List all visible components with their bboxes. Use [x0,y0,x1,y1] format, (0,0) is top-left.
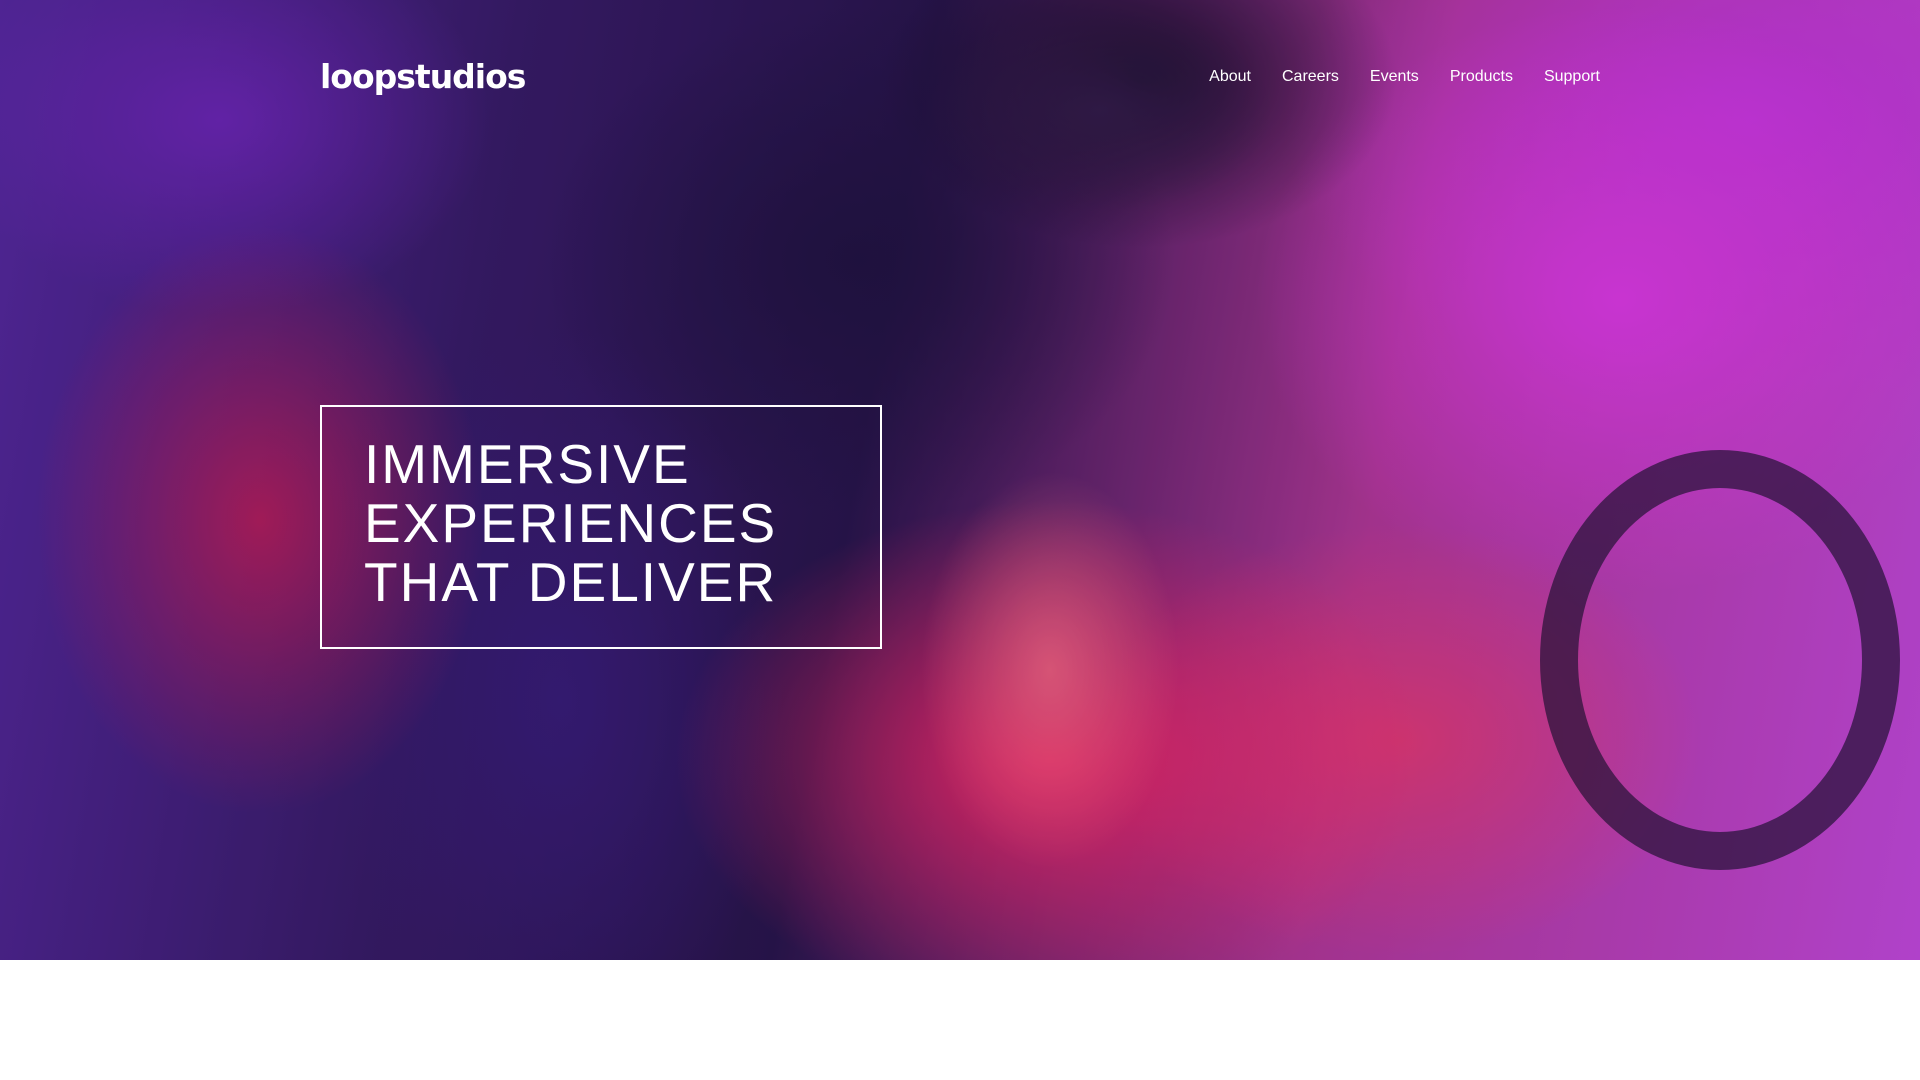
hero-section: loopstudios About Careers Events Product… [0,0,1920,960]
main-nav: About Careers Events Products Support [1209,68,1600,86]
hero-overlay [0,0,1920,960]
headline-box: IMMERSIVE EXPERIENCES THAT DELIVER [320,405,882,649]
site-header: loopstudios About Careers Events Product… [320,55,1600,105]
nav-link-careers[interactable]: Careers [1282,68,1339,86]
nav-link-about[interactable]: About [1209,68,1251,86]
hero-headline: IMMERSIVE EXPERIENCES THAT DELIVER [364,433,778,613]
nav-link-events[interactable]: Events [1370,68,1419,86]
nav-link-support[interactable]: Support [1544,68,1600,86]
main-content [0,960,1920,1080]
nav-link-products[interactable]: Products [1450,68,1513,86]
site-logo[interactable]: loopstudios [320,57,526,96]
